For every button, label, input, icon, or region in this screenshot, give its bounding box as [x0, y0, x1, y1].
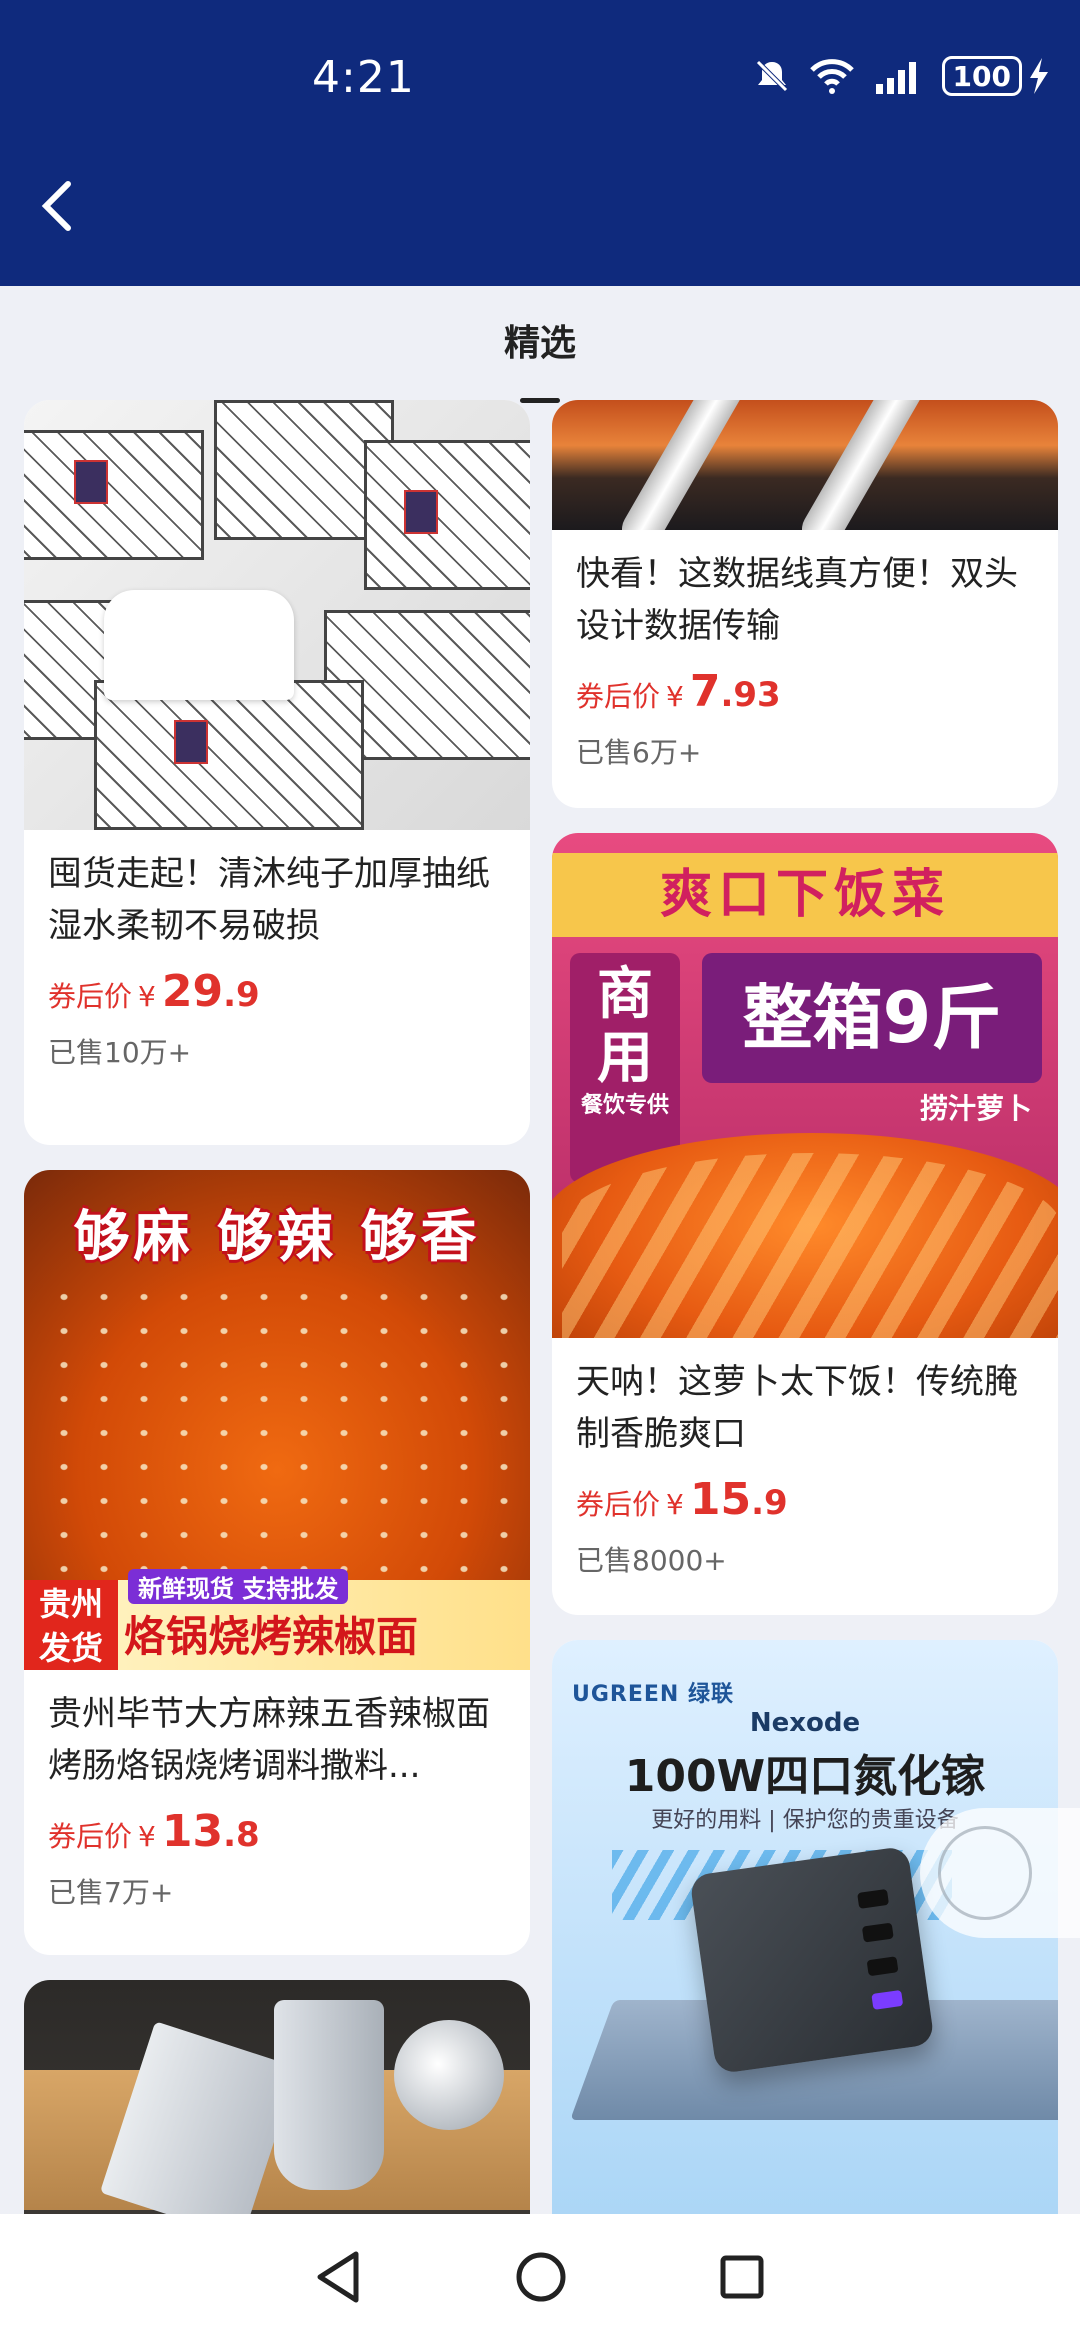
price-row: 券后价 ¥ 7.93	[552, 666, 1058, 717]
sold-count: 已售10万+	[48, 1036, 192, 1069]
signal-icon	[875, 62, 916, 94]
price-integer: 7	[689, 666, 721, 717]
tab-bar: 精选	[0, 286, 1080, 403]
price-row: 券后价 ¥ 29.9	[24, 966, 530, 1017]
price-decimal: .9	[751, 1483, 788, 1523]
price-label: 券后价	[48, 1820, 133, 1853]
image-sub-text: 捞汁萝卜	[919, 1092, 1032, 1125]
image-side-main: 商用	[597, 962, 653, 1091]
image-side-sub: 餐饮专供	[580, 1093, 669, 1118]
product-card-tissue[interactable]: 囤货走起！清沐纯子加厚抽纸湿水柔韧不易破损 券后价 ¥ 29.9 已售10万+	[24, 400, 530, 1145]
sold-count: 已售6万+	[576, 736, 702, 769]
image-big-text: 整箱9斤	[702, 953, 1042, 1083]
tab-featured-label: 精选	[503, 323, 576, 364]
floating-scan-button[interactable]	[920, 1808, 1080, 1938]
product-card-charger[interactable]: UGREEN 绿联 Nexode 100W四口氮化镓 更好的用料 | 保护您的贵…	[552, 1640, 1058, 2240]
tab-featured[interactable]: 精选	[503, 314, 576, 403]
price-decimal: .93	[720, 675, 781, 715]
price-integer: 15	[689, 1474, 752, 1525]
image-title: 100W四口氮化镓	[624, 1751, 986, 1802]
product-image-tissue	[24, 400, 530, 830]
price-integer: 13	[161, 1806, 224, 1857]
sold-count: 已售7万+	[48, 1876, 174, 1909]
price-value: 7.93	[690, 666, 781, 717]
product-card-cable[interactable]: 快看！这数据线真方便！双头设计数据传输 券后价 ¥ 7.93 已售6万+	[552, 400, 1058, 808]
status-icons: 100	[752, 56, 1050, 96]
product-image-chili: 够麻 够辣 够香 贵州发货 新鲜现货 支持批发 烙锅烧烤辣椒面	[24, 1170, 530, 1670]
currency-symbol: ¥	[138, 980, 156, 1013]
battery-indicator: 100	[941, 56, 1050, 96]
mute-icon	[755, 60, 788, 92]
product-image-knives	[24, 1980, 530, 2240]
image-main-text: 烙锅烧烤辣椒面	[124, 1612, 419, 1661]
status-time: 4:21	[312, 52, 415, 103]
price-decimal: .9	[223, 975, 260, 1015]
product-card-chili[interactable]: 够麻 够辣 够香 贵州发货 新鲜现货 支持批发 烙锅烧烤辣椒面 贵州毕节大方麻辣…	[24, 1170, 530, 1955]
price-label: 券后价	[576, 1488, 661, 1521]
wifi-icon	[809, 59, 854, 94]
price-label: 券后价	[576, 680, 661, 713]
product-title: 贵州毕节大方麻辣五香辣椒面烤肠烙锅烧烤调料撒料...	[48, 1694, 490, 1786]
nav-home-icon[interactable]	[514, 2250, 568, 2304]
top-bar: 4:21 100	[0, 0, 1080, 286]
back-button[interactable]	[30, 176, 90, 236]
image-brand: UGREEN 绿联	[572, 1682, 734, 1707]
sold-count: 已售8000+	[576, 1544, 727, 1577]
product-title: 快看！这数据线真方便！双头设计数据传输	[576, 554, 1018, 646]
price-value: 15.9	[690, 1474, 788, 1525]
charging-icon	[1030, 58, 1048, 94]
price-integer: 29	[161, 966, 224, 1017]
image-series: Nexode	[749, 1708, 861, 1738]
currency-symbol: ¥	[138, 1820, 156, 1853]
system-nav-bar	[0, 2214, 1080, 2340]
price-value: 13.8	[162, 1806, 260, 1857]
price-row: 券后价 ¥ 15.9	[552, 1474, 1058, 1525]
product-card-knives[interactable]	[24, 1980, 530, 2240]
price-label: 券后价	[48, 980, 133, 1013]
nav-recents-icon[interactable]	[718, 2253, 766, 2301]
product-image-cable	[552, 400, 1058, 530]
product-title: 囤货走起！清沐纯子加厚抽纸湿水柔韧不易破损	[48, 854, 490, 946]
battery-level: 100	[941, 56, 1022, 96]
image-headline: 够麻 够辣 够香	[73, 1205, 481, 1270]
image-banner: 爽口下饭菜	[552, 853, 1058, 937]
product-title: 天呐！这萝卜太下饭！传统腌制香脆爽口	[576, 1362, 1018, 1454]
currency-symbol: ¥	[666, 1488, 684, 1521]
currency-symbol: ¥	[666, 680, 684, 713]
scan-icon	[938, 1826, 1032, 1920]
price-row: 券后价 ¥ 13.8	[24, 1806, 530, 1857]
product-image-radish: 爽口下饭菜 商用 餐饮专供 整箱9斤 捞汁萝卜	[552, 833, 1058, 1338]
price-decimal: .8	[223, 1815, 260, 1855]
image-region-badge: 贵州发货	[24, 1580, 118, 1670]
product-card-radish[interactable]: 爽口下饭菜 商用 餐饮专供 整箱9斤 捞汁萝卜 天呐！这萝卜太下饭！传统腌制香脆…	[552, 833, 1058, 1615]
product-image-charger: UGREEN 绿联 Nexode 100W四口氮化镓 更好的用料 | 保护您的贵…	[552, 1640, 1058, 2240]
back-arrow-icon	[41, 181, 71, 231]
nav-back-icon[interactable]	[314, 2250, 364, 2304]
price-value: 29.9	[162, 966, 260, 1017]
image-tags: 新鲜现货 支持批发	[128, 1569, 349, 1604]
